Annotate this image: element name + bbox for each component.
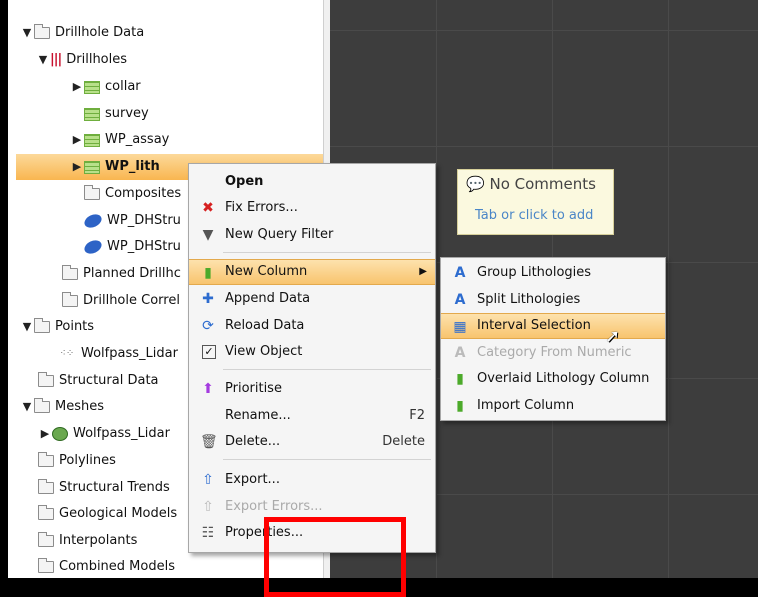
menu-append-data[interactable]: ✚ Append Data: [189, 286, 435, 312]
interval-selection-icon: ▦: [453, 319, 467, 335]
menu-rename[interactable]: Rename... F2: [189, 403, 435, 429]
folder-icon: [62, 265, 78, 280]
folder-icon: [34, 24, 50, 39]
filter-icon: ▼: [202, 227, 214, 243]
tree-item-polylines[interactable]: Polylines: [38, 448, 116, 474]
append-icon: ✚: [202, 291, 214, 307]
checkbox-checked-icon[interactable]: ✓: [202, 345, 216, 359]
folder-icon: [38, 452, 54, 467]
expanded-triangle-icon[interactable]: ▼: [20, 394, 34, 420]
drillholes-icon: |||: [50, 52, 62, 67]
context-menu: Open ✖ Fix Errors... ▼ New Query Filter …: [188, 163, 436, 553]
folder-icon: [38, 479, 54, 494]
submenu-group-lithologies[interactable]: A Group Lithologies: [441, 260, 665, 286]
comments-hint[interactable]: Tab or click to add: [475, 208, 593, 223]
lithology-icon: A: [454, 292, 466, 308]
tree-item-drillholes[interactable]: ▼ ||| Drillholes: [36, 47, 127, 73]
reload-icon: ⟳: [202, 318, 214, 334]
expanded-triangle-icon[interactable]: ▼: [20, 20, 34, 46]
new-column-icon: ▮: [204, 265, 212, 281]
disc-icon: [82, 211, 104, 231]
folder-icon: [34, 398, 50, 413]
tree-item-combined-models[interactable]: Combined Models: [38, 554, 175, 578]
comment-icon: 💬: [466, 175, 485, 193]
menu-view-object[interactable]: ✓ View Object: [189, 339, 435, 365]
menu-new-query-filter[interactable]: ▼ New Query Filter: [189, 222, 435, 248]
tree-item-interpolants[interactable]: Interpolants: [38, 528, 137, 554]
menu-prioritise[interactable]: ⬆ Prioritise: [189, 376, 435, 402]
menu-new-column[interactable]: ▮ New Column ▶: [189, 259, 435, 285]
folder-icon: [38, 505, 54, 520]
tree-item-survey[interactable]: survey: [84, 101, 149, 127]
folder-icon: [84, 185, 100, 200]
annotation-highlight-box: [264, 517, 406, 597]
delete-shortcut: Delete: [382, 434, 425, 449]
prioritise-icon: ⬆: [202, 381, 214, 397]
menu-separator: [223, 459, 431, 460]
submenu-arrow-icon: ▶: [419, 266, 427, 277]
folder-icon: [38, 532, 54, 547]
tree-item-composites[interactable]: Composites: [84, 181, 181, 207]
new-column-submenu: A Group Lithologies A Split Lithologies …: [440, 257, 666, 421]
table-icon: [84, 107, 100, 121]
folder-icon: [38, 372, 54, 387]
menu-export[interactable]: ⇧ Export...: [189, 467, 435, 493]
expanded-triangle-icon[interactable]: ▼: [36, 47, 50, 73]
collapsed-triangle-icon[interactable]: ▶: [70, 127, 84, 153]
comments-title: No Comments: [489, 175, 596, 193]
tree-item-drillhole-data[interactable]: ▼ Drillhole Data: [20, 20, 144, 46]
tree-item-geological-models[interactable]: Geological Models: [38, 501, 177, 527]
collapsed-triangle-icon[interactable]: ▶: [70, 154, 84, 180]
tree-item-wolfpass-lidar-points[interactable]: ⁖⁘ Wolfpass_Lidar: [60, 341, 178, 367]
disc-icon: [82, 237, 104, 257]
export-errors-icon: ⇧: [202, 499, 214, 515]
submenu-overlaid-lithology-column[interactable]: ▮ Overlaid Lithology Column: [441, 366, 665, 392]
submenu-category-from-numeric: A Category From Numeric: [441, 340, 665, 366]
export-icon: ⇧: [202, 472, 214, 488]
trash-icon: 🗑: [200, 434, 218, 450]
lithology-icon: A: [454, 345, 466, 361]
menu-reload-data[interactable]: ⟳ Reload Data: [189, 313, 435, 339]
points-icon: ⁖⁘: [60, 348, 75, 359]
tree-item-drillhole-correlation[interactable]: Drillhole Correl: [62, 288, 180, 314]
tree-item-planned-drillholes[interactable]: Planned Drillhc: [62, 261, 181, 287]
collapsed-triangle-icon[interactable]: ▶: [38, 421, 52, 447]
mouse-cursor-icon: ➚: [605, 326, 621, 347]
menu-fix-errors[interactable]: ✖ Fix Errors...: [189, 195, 435, 221]
folder-icon: [38, 558, 54, 573]
overlaid-column-icon: ▮: [456, 371, 464, 387]
tree-item-structural-trends[interactable]: Structural Trends: [38, 475, 170, 501]
mesh-icon: [52, 427, 68, 441]
tree-item-wp-assay[interactable]: ▶ WP_assay: [70, 127, 170, 153]
tree-item-collar[interactable]: ▶ collar: [70, 74, 141, 100]
tree-item-wp-dhstru-1[interactable]: WP_DHStru: [82, 208, 181, 234]
submenu-split-lithologies[interactable]: A Split Lithologies: [441, 287, 665, 313]
import-column-icon: ▮: [456, 398, 464, 414]
submenu-interval-selection[interactable]: ▦ Interval Selection: [441, 313, 665, 339]
folder-icon: [62, 292, 78, 307]
comments-tooltip[interactable]: 💬 No Comments Tab or click to add: [457, 169, 614, 235]
fix-errors-icon: ✖: [202, 200, 214, 216]
folder-icon: [34, 318, 50, 333]
tree-item-points[interactable]: ▼ Points: [20, 314, 94, 340]
tree-item-wp-dhstru-2[interactable]: WP_DHStru: [82, 234, 181, 260]
menu-separator: [223, 369, 431, 370]
table-icon: [84, 133, 100, 147]
tree-item-wolfpass-lidar-mesh[interactable]: ▶ Wolfpass_Lidar: [38, 421, 170, 447]
tree-item-structural-data[interactable]: Structural Data: [38, 368, 159, 394]
menu-delete[interactable]: 🗑 Delete... Delete: [189, 429, 435, 455]
submenu-import-column[interactable]: ▮ Import Column: [441, 393, 665, 419]
menu-separator: [223, 252, 431, 253]
table-icon: [84, 160, 100, 174]
properties-icon: ☷: [201, 525, 215, 541]
rename-shortcut: F2: [409, 408, 425, 423]
menu-open[interactable]: Open: [189, 169, 435, 195]
lithology-icon: A: [454, 265, 466, 281]
expanded-triangle-icon[interactable]: ▼: [20, 314, 34, 340]
tree-item-meshes[interactable]: ▼ Meshes: [20, 394, 104, 420]
table-icon: [84, 80, 100, 94]
collapsed-triangle-icon[interactable]: ▶: [70, 74, 84, 100]
